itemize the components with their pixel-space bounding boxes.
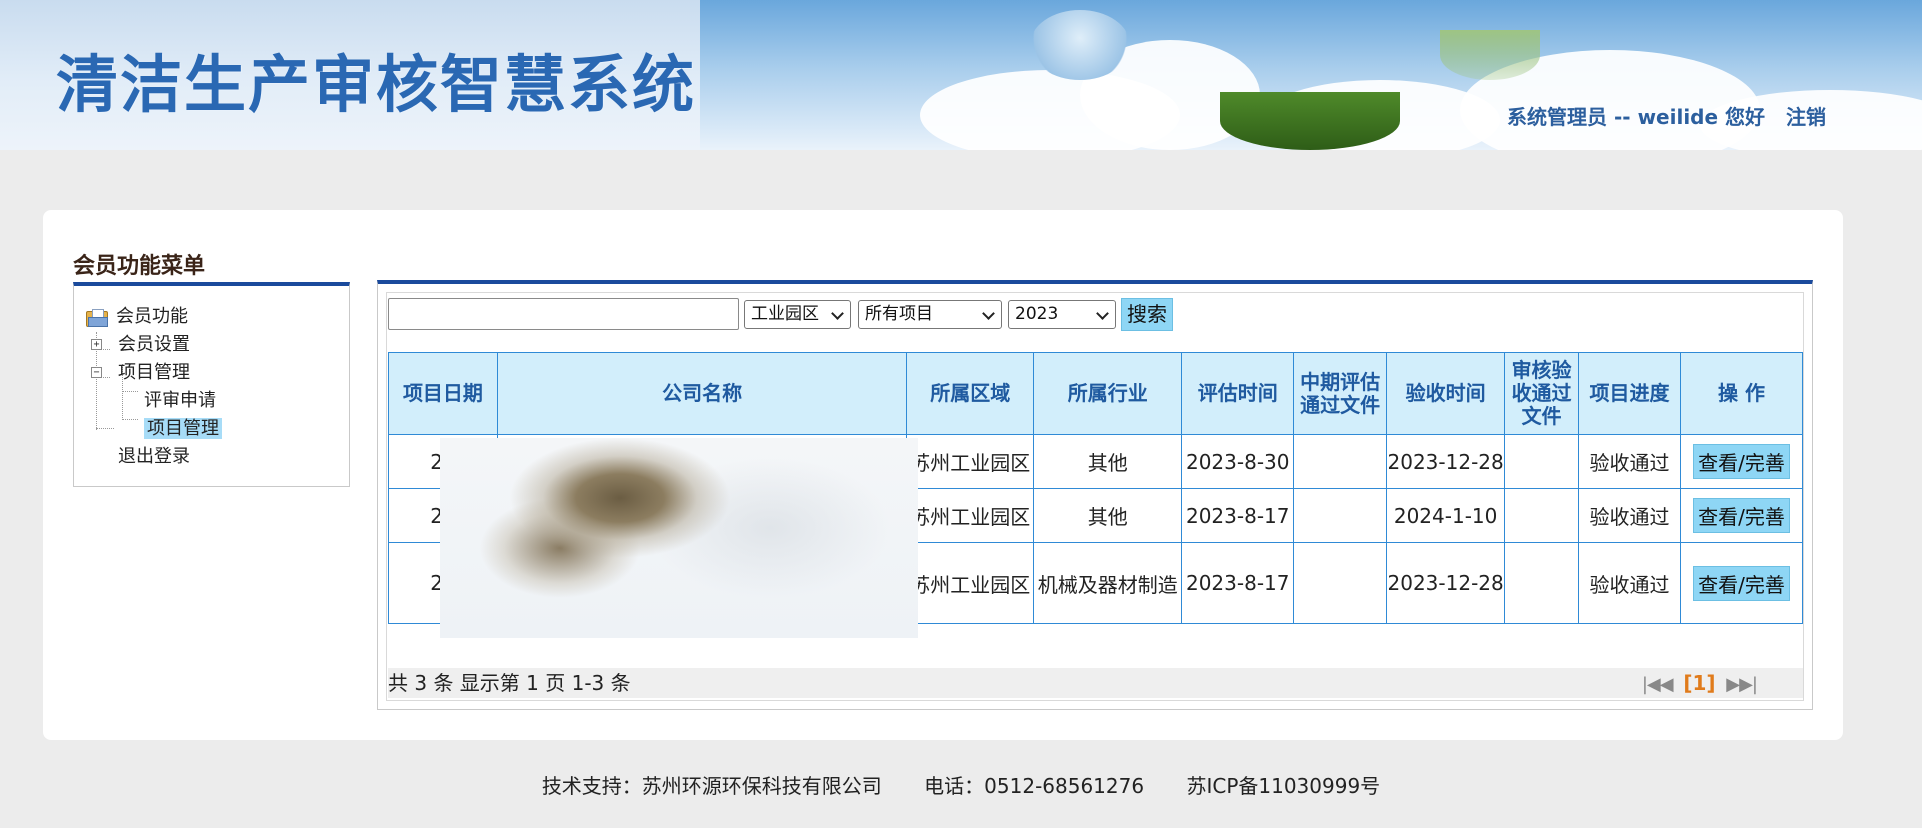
col-mid-eval-file: 中期评估通过文件: [1293, 352, 1388, 435]
sidebar-title: 会员功能菜单: [73, 254, 206, 279]
area-select[interactable]: 工业园区: [744, 300, 851, 329]
cell-accept-file: [1504, 488, 1580, 543]
site-title: 清洁生产审核智慧系统: [56, 48, 697, 121]
year-select[interactable]: 2023: [1008, 300, 1116, 329]
chevron-down-icon: [982, 307, 995, 320]
cell-eval-time: 2023-8-17: [1181, 542, 1295, 624]
cell-operation: 查看/完善: [1679, 542, 1804, 624]
pager: |◀◀ [1] ▶▶|: [1642, 668, 1758, 700]
col-accept-file: 审核验收通过文件: [1504, 352, 1580, 435]
area-select-value: 工业园区: [751, 304, 819, 324]
sidebar-item-member-settings[interactable]: + 会员设置: [86, 332, 190, 358]
cell-industry: 机械及器材制造: [1033, 542, 1183, 624]
col-progress: 项目进度: [1578, 352, 1681, 435]
cell-accept-file: [1504, 542, 1580, 624]
footer-icp: 苏ICP备11030999号: [1186, 774, 1381, 798]
site-footer: 技术支持：苏州环源环保科技有限公司 电话：0512-68561276 苏ICP备…: [0, 770, 1922, 799]
cell-progress: 验收通过: [1578, 488, 1681, 543]
cell-operation: 查看/完善: [1679, 434, 1804, 489]
cell-area: 苏州工业园区: [906, 542, 1035, 624]
cell-accept-time: 2023-12-28: [1386, 542, 1506, 624]
site-header: 清洁生产审核智慧系统 系统管理员 -- weilide 您好 注销: [0, 0, 1922, 150]
col-eval-time: 评估时间: [1181, 352, 1295, 435]
col-accept-time: 验收时间: [1386, 352, 1506, 435]
cell-eval-time: 2023-8-30: [1181, 434, 1295, 489]
col-area: 所属区域: [906, 352, 1035, 435]
year-select-value: 2023: [1015, 304, 1059, 324]
cell-eval-time: 2023-8-17: [1181, 488, 1295, 543]
col-operation: 操 作: [1679, 352, 1804, 435]
cell-mid-file: [1293, 542, 1388, 624]
search-input[interactable]: [388, 298, 739, 330]
cell-operation: 查看/完善: [1679, 488, 1804, 543]
pagination-summary: 共 3 条 显示第 1 页 1-3 条: [388, 671, 631, 695]
tree-root[interactable]: 会员功能: [86, 304, 188, 330]
sidebar-item-label: 评审申请: [144, 390, 216, 411]
sidebar-item-logout[interactable]: 退出登录: [118, 444, 190, 470]
current-page: [1]: [1683, 671, 1716, 695]
chevron-down-icon: [831, 307, 844, 320]
first-page-icon[interactable]: |◀◀: [1642, 674, 1674, 695]
user-greeting: 系统管理员 -- weilide 您好: [1507, 105, 1766, 129]
expand-plus-icon[interactable]: +: [91, 339, 102, 350]
cell-accept-time: 2024-1-10: [1386, 488, 1506, 543]
view-edit-button[interactable]: 查看/完善: [1693, 565, 1790, 601]
redacted-image-overlay: [440, 438, 918, 638]
folder-icon: [86, 309, 110, 327]
table-header-row: 项目日期 公司名称 所属区域 所属行业 评估时间 中期评估通过文件 验收时间 审…: [388, 352, 1804, 435]
cell-mid-file: [1293, 488, 1388, 543]
cell-mid-file: [1293, 434, 1388, 489]
user-bar: 系统管理员 -- weilide 您好 注销: [1507, 101, 1826, 130]
view-edit-button[interactable]: 查看/完善: [1693, 498, 1790, 533]
cell-accept-file: [1504, 434, 1580, 489]
chevron-down-icon: [1096, 307, 1109, 320]
cell-accept-time: 2023-12-28: [1386, 434, 1506, 489]
cell-industry: 其他: [1033, 434, 1183, 489]
project-select-value: 所有项目: [865, 304, 933, 324]
sidebar-item-label-selected: 项目管理: [144, 418, 222, 439]
sidebar-item-label: 退出登录: [118, 446, 190, 467]
last-page-icon[interactable]: ▶▶|: [1726, 674, 1758, 695]
cell-area: 苏州工业园区: [906, 434, 1035, 489]
cell-progress: 验收通过: [1578, 542, 1681, 624]
collapse-minus-icon[interactable]: −: [91, 367, 102, 378]
logout-link[interactable]: 注销: [1786, 105, 1826, 129]
cell-area: 苏州工业园区: [906, 488, 1035, 543]
col-company-name: 公司名称: [496, 352, 908, 435]
sidebar-menu: 会员功能 + 会员设置 − 项目管理 评审申请 项目管理 退出登录: [73, 282, 350, 487]
sidebar-item-project-management[interactable]: 项目管理: [144, 416, 222, 442]
view-edit-button[interactable]: 查看/完善: [1693, 444, 1790, 479]
pagination-bar: 共 3 条 显示第 1 页 1-3 条 |◀◀ [1] ▶▶|: [388, 668, 1803, 698]
sidebar-item-label: 项目管理: [118, 362, 190, 383]
sidebar-item-project-management-group[interactable]: − 项目管理: [86, 360, 190, 386]
sidebar-item-label: 会员设置: [118, 334, 190, 355]
project-select[interactable]: 所有项目: [858, 300, 1002, 329]
col-project-date: 项目日期: [388, 352, 498, 435]
col-industry: 所属行业: [1033, 352, 1183, 435]
sidebar-item-review-application[interactable]: 评审申请: [144, 388, 216, 414]
footer-phone: 电话：0512-68561276: [924, 774, 1145, 798]
footer-support: 技术支持：苏州环源环保科技有限公司: [541, 774, 882, 798]
main-panel: 会员功能菜单 会员功能 + 会员设置 − 项目管理 评审申请 项目管理 退出登录…: [43, 210, 1843, 740]
search-button[interactable]: 搜索: [1121, 298, 1173, 331]
cell-progress: 验收通过: [1578, 434, 1681, 489]
cell-industry: 其他: [1033, 488, 1183, 543]
tree-root-label: 会员功能: [116, 306, 188, 327]
